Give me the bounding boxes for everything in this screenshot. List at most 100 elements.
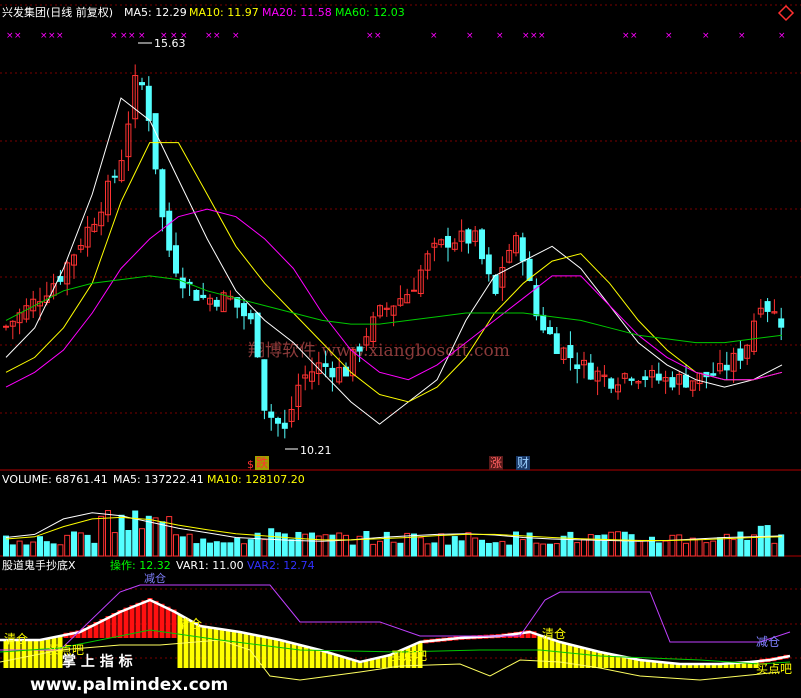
x-signal-mark: × <box>40 31 48 41</box>
candle-up <box>411 289 417 292</box>
volume-bar-down <box>628 534 635 557</box>
indicator-bar-red <box>141 600 147 638</box>
candle-down <box>540 314 547 331</box>
indicator-bar-yellow <box>603 653 609 668</box>
volume-bar-up <box>533 542 540 557</box>
volume-bar-down <box>363 530 370 557</box>
x-signal-mark: × <box>128 31 136 41</box>
indicator-bar-yellow <box>285 642 291 668</box>
volume-bar-down <box>397 542 404 557</box>
candle-down <box>213 299 220 307</box>
candle-down <box>764 301 771 312</box>
volume-bar-up <box>424 543 431 557</box>
indicator-bar-yellow <box>219 629 225 668</box>
candle-down <box>254 312 261 358</box>
candle-down <box>723 364 730 371</box>
volume-bar-down <box>567 531 574 557</box>
volume-bar-down <box>717 537 723 557</box>
volume-bar-down <box>275 532 281 557</box>
candle-down <box>642 376 649 380</box>
x-signal-mark: × <box>232 31 240 41</box>
volume-ma10-readout: MA10: 128107.20 <box>207 473 305 486</box>
candle-down <box>465 229 472 244</box>
volume-bar-down <box>125 530 132 557</box>
volume-bar-up <box>64 534 71 557</box>
wealth-label: 财 <box>517 456 529 470</box>
volume-bar-up <box>186 533 193 557</box>
volume-bar-up <box>499 540 506 557</box>
candle-down <box>533 285 540 317</box>
indicator-bar-yellow <box>327 653 333 668</box>
indicator-bar-yellow <box>615 655 621 668</box>
indicator-bar-red <box>147 598 153 638</box>
volume-bar-down <box>506 544 513 557</box>
volume-bar-up <box>472 537 479 557</box>
op-readout: 操作: 12.32 <box>110 558 171 572</box>
volume-bar-down <box>9 544 16 557</box>
low-price-label: 10.21 <box>300 444 332 457</box>
x-signal-mark: × <box>56 31 64 41</box>
volume-bar-up <box>608 531 615 557</box>
indicator-bar-yellow <box>27 640 33 668</box>
volume-bar-down <box>309 532 315 557</box>
volume-bar-down <box>71 531 77 557</box>
x-signal-mark: × <box>138 31 146 41</box>
candlestick-series <box>3 64 785 439</box>
candle-down <box>139 82 145 86</box>
indicator-bar-yellow <box>249 634 255 668</box>
volume-bar-up <box>771 542 778 557</box>
volume-bar-down <box>23 544 30 557</box>
candle-down <box>322 363 329 367</box>
indicator-bar-yellow <box>231 631 237 668</box>
volume-bar-down <box>764 525 771 557</box>
volume-bar-up <box>417 537 424 557</box>
x-signal-mark: × <box>738 31 746 41</box>
volume-bar-up <box>581 538 587 557</box>
indicator-bar-yellow <box>267 638 273 668</box>
indicator-bar-yellow <box>543 637 549 668</box>
indicator-bar-red <box>123 607 129 638</box>
watermark: 翔博软件 www.xiangbosoft.com <box>248 341 510 361</box>
candle-down <box>152 113 159 170</box>
volume-bar-down <box>451 536 458 557</box>
candle-down <box>608 378 615 389</box>
x-signal-mark: × <box>374 31 382 41</box>
indicator-bar-yellow <box>309 648 315 668</box>
high-price-label: 15.63 <box>154 37 186 50</box>
diamond-icon[interactable] <box>777 4 795 22</box>
indicator-bar-yellow <box>213 628 219 668</box>
x-signal-mark: × <box>120 31 128 41</box>
indicator-bar-yellow <box>297 645 303 668</box>
volume-bar-up <box>615 531 621 557</box>
volume-bar-up <box>683 542 689 557</box>
low-price-annotation: 10.21 <box>285 444 332 457</box>
brand-url: www.palmindex.com <box>30 675 228 695</box>
drop-label: 跌 <box>256 455 268 470</box>
indicator-bar-yellow <box>207 627 213 668</box>
volume-bar-up <box>662 540 669 557</box>
candle-down <box>683 374 689 388</box>
volume-bar-up <box>98 515 105 557</box>
volume-bar-down <box>207 542 213 557</box>
volume-bar-down <box>601 534 608 557</box>
stock-chart[interactable]: 翔博软件 www.xiangbosoft.com × × × × × × × × × × × × × × ×… <box>0 0 801 698</box>
x-signal-mark: × <box>522 31 530 41</box>
indicator-bar-yellow <box>549 639 555 668</box>
x-signal-mark: × <box>6 31 14 41</box>
indicator-bar-yellow <box>555 641 561 668</box>
volume-bar-down <box>247 539 254 557</box>
var2-readout: VAR2: 12.74 <box>247 559 315 572</box>
volume-bar-up <box>57 544 64 557</box>
volume-bar-down <box>383 531 390 557</box>
candle-down <box>737 348 744 361</box>
x-signal-mark: × <box>366 31 374 41</box>
candle-down <box>479 229 485 260</box>
volume-header: VOLUME: 68761.41 MA5: 137222.41 MA10: 12… <box>2 473 305 486</box>
candle-down <box>166 210 173 251</box>
candle-down <box>268 411 275 418</box>
x-signal-mark: × <box>48 31 56 41</box>
indicator-bar-red <box>153 600 159 638</box>
volume-bar-down <box>200 538 207 557</box>
volume-bar-up <box>703 542 710 557</box>
indicator-bar-yellow <box>561 643 567 668</box>
